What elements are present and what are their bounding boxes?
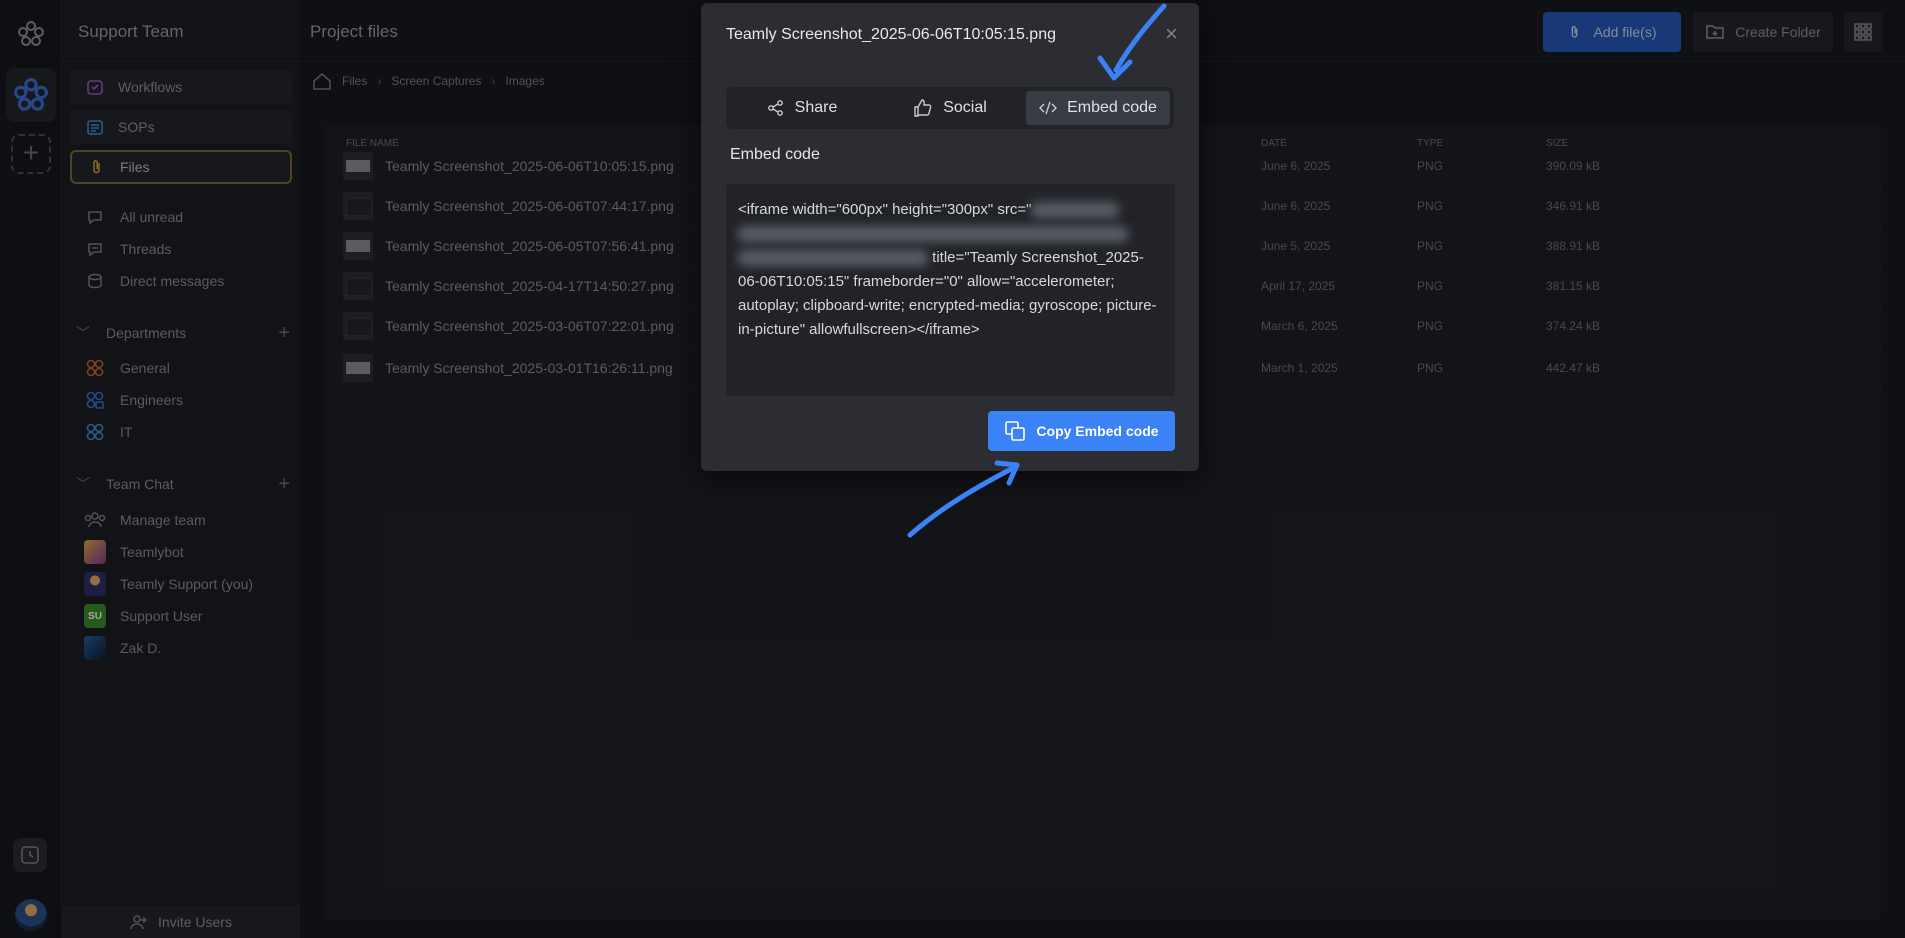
tab-label: Share bbox=[794, 99, 838, 116]
thumbs-up-icon bbox=[914, 99, 932, 117]
copy-embed-code-label: Copy Embed code bbox=[1036, 423, 1159, 439]
close-icon[interactable]: × bbox=[1165, 23, 1178, 45]
tab-label: Social bbox=[943, 99, 987, 116]
embed-code-textarea[interactable]: <iframe width="600px" height="300px" src… bbox=[726, 184, 1175, 396]
code-icon bbox=[1039, 101, 1058, 115]
tab-embed-code[interactable]: Embed code bbox=[1026, 91, 1170, 125]
redacted-url bbox=[1031, 202, 1120, 219]
modal-tabs: Share Social Embed code bbox=[726, 87, 1174, 129]
copy-icon bbox=[1005, 421, 1026, 441]
copy-embed-code-button[interactable]: Copy Embed code bbox=[988, 411, 1175, 451]
embed-code-start: <iframe width="600px" height="300px" src… bbox=[738, 201, 1032, 218]
share-icon bbox=[767, 100, 783, 116]
redacted-url bbox=[738, 226, 1128, 243]
tab-share[interactable]: Share bbox=[730, 91, 874, 125]
tab-label: Embed code bbox=[1067, 99, 1157, 116]
tab-social[interactable]: Social bbox=[878, 91, 1022, 125]
share-modal: Teamly Screenshot_2025-06-06T10:05:15.pn… bbox=[701, 3, 1199, 471]
redacted-url bbox=[738, 250, 928, 267]
modal-title: Teamly Screenshot_2025-06-06T10:05:15.pn… bbox=[726, 26, 1056, 43]
embed-code-label: Embed code bbox=[730, 146, 820, 163]
